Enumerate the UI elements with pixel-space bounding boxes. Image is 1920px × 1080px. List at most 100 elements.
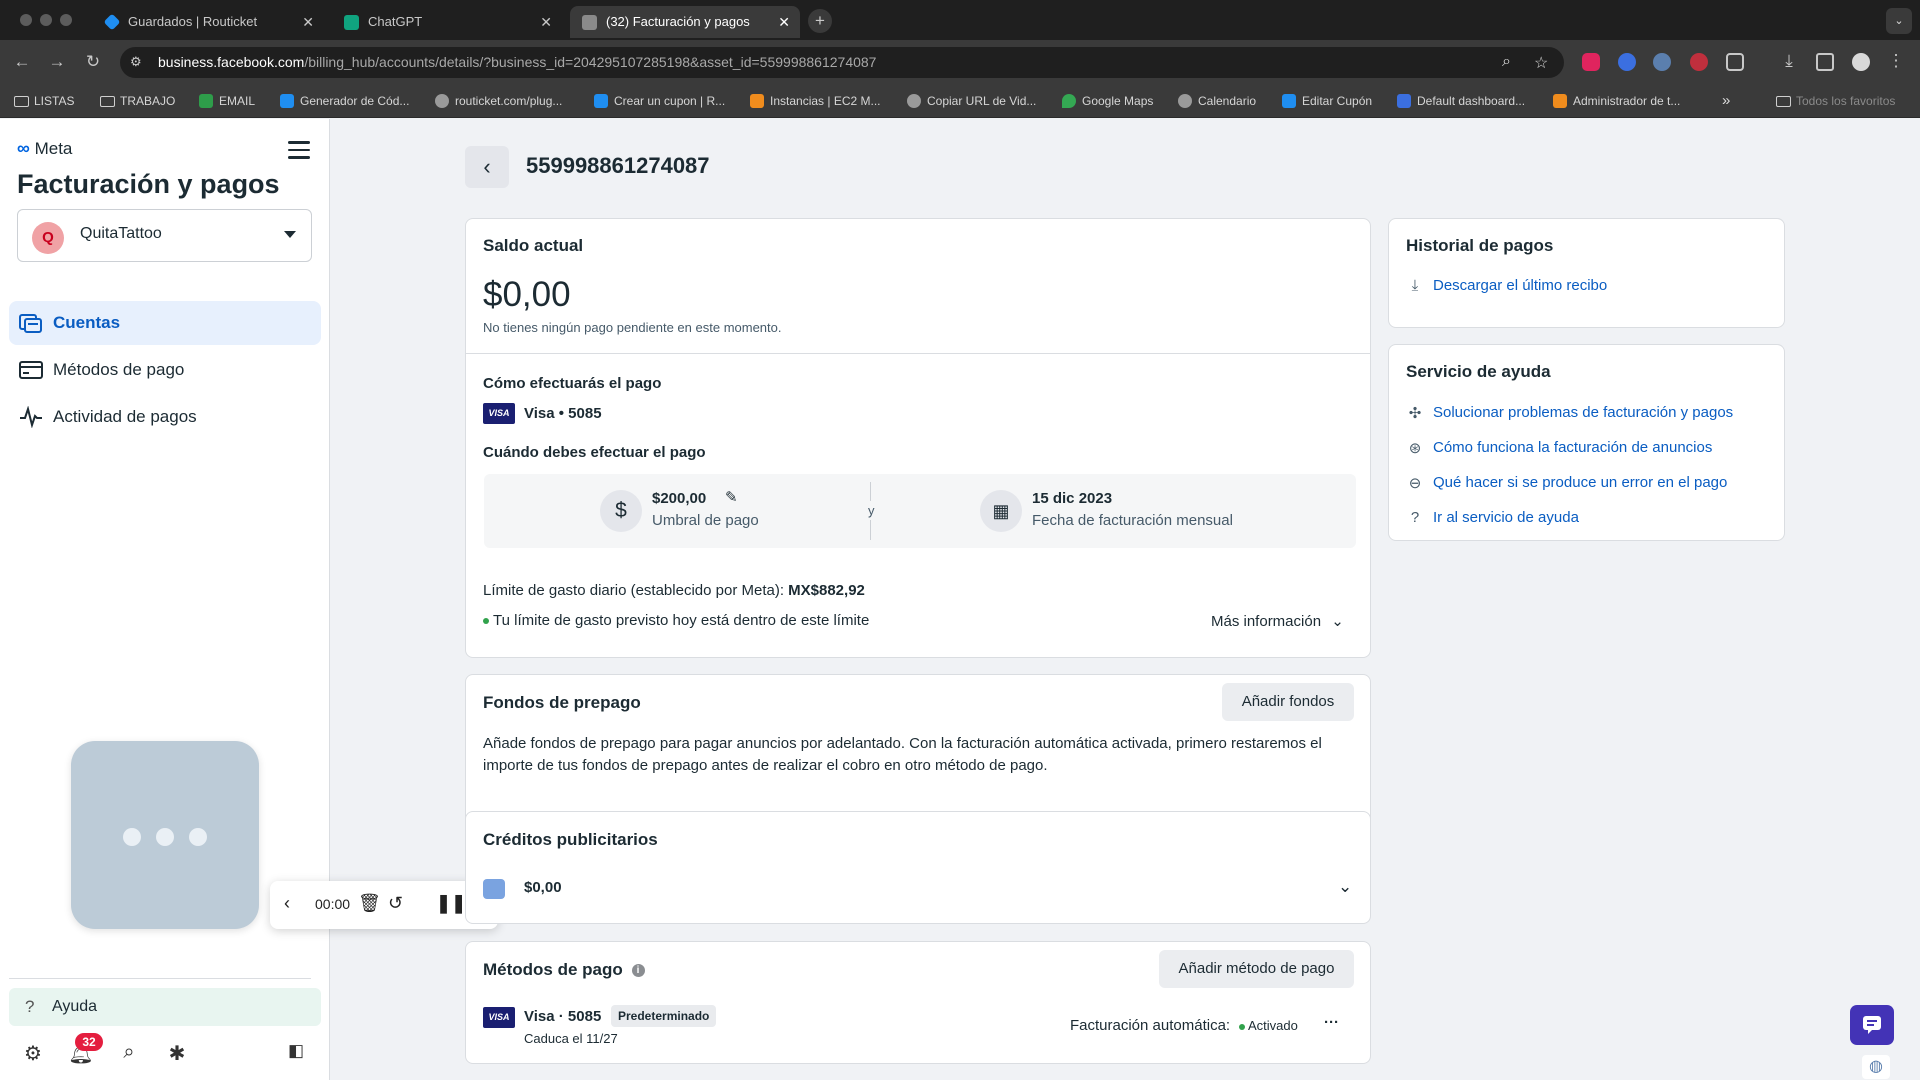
close-tab-icon[interactable]: ✕ [302,6,314,38]
extensions-puzzle-icon[interactable] [1726,53,1744,71]
visa-logo-icon: VISA [483,403,515,424]
download-receipt-link[interactable]: ⤓ Descargar el último recibo [1406,277,1608,294]
ad-credits-card: Créditos publicitarios $0,00 ⌄ [465,811,1371,924]
window-close-dot[interactable] [20,14,32,26]
url-text[interactable]: business.facebook.com/billing_hub/accoun… [158,47,876,78]
support-link-how-billing-works[interactable]: ⊛ Cómo funciona la facturación de anuncio… [1406,439,1713,457]
close-tab-icon[interactable]: ✕ [778,6,790,38]
status-green-dot [1239,1023,1245,1030]
pause-icon[interactable]: ❚❚ [436,893,466,914]
tab-routicket[interactable]: Guardados | Routicket ✕ [92,6,324,38]
recorder-camera-bubble[interactable] [71,741,259,929]
new-tab-button[interactable]: + [808,9,832,33]
bookmark-folder-trabajo[interactable]: TRABAJO [100,86,175,116]
extension-blue-icon[interactable] [1618,53,1636,71]
bookmark-google-maps[interactable]: Google Maps [1062,86,1153,116]
bubble-dot [189,828,207,846]
support-link-troubleshoot[interactable]: ✣ Solucionar problemas de facturación y p… [1406,404,1733,422]
threshold-value: $200,00 [652,490,707,507]
rss-extension-icon[interactable] [1653,53,1671,71]
all-bookmarks-folder[interactable]: Todos los favoritos [1776,86,1895,116]
close-tab-icon[interactable]: ✕ [540,6,552,38]
billing-date: 15 dic 2023 [1032,490,1113,507]
downloads-icon[interactable]: ⤓ [1778,51,1800,71]
autopay-status: Activado [1239,1018,1298,1033]
collapse-sidebar-icon[interactable]: ◧ [283,1041,309,1067]
support-link-payment-error[interactable]: ⊖ Qué hacer si se produce un error en el … [1406,474,1728,492]
zoom-icon[interactable]: ⌕ [1502,53,1511,71]
bookmark-label: Generador de Cód... [300,94,410,108]
tab-search-chevron-icon[interactable]: ⌄ [1886,8,1912,34]
back-button[interactable]: ‹ [465,146,509,188]
chevron-down-icon[interactable]: ⌄ [1338,877,1352,897]
info-icon[interactable]: i [631,964,645,978]
meta-favicon-icon [582,15,597,30]
tab-title: (32) Facturación y pagos [606,14,750,29]
bookmark-editar-cupon[interactable]: Editar Cupón [1282,86,1372,116]
side-panel-icon[interactable] [1816,53,1834,71]
sidebar-title: Facturación y pagos [17,169,280,199]
bookmark-generador[interactable]: Generador de Cód... [280,86,409,116]
browser-menu-icon[interactable]: ⋮ [1885,51,1907,71]
bookmark-routicket-plugin[interactable]: routicket.com/plug... [435,86,562,116]
pocket-extension-icon[interactable] [1582,53,1600,71]
bookmark-copiar-url[interactable]: Copiar URL de Vid... [907,86,1036,116]
sidebar-item-cuentas[interactable]: Cuentas [9,301,321,345]
meta-logo[interactable]: ∞ Meta [17,138,72,159]
more-info-toggle[interactable]: Más información ⌄ [1211,612,1344,630]
tools-icon: ✣ [1408,405,1422,422]
bookmark-email[interactable]: EMAIL [199,86,255,116]
bookmark-star-icon[interactable]: ☆ [1534,53,1548,73]
notification-count-badge: 32 [75,1033,103,1051]
support-link-help-center[interactable]: ? Ir al servicio de ayuda [1406,509,1579,526]
restart-icon[interactable]: ↺ [388,893,403,914]
meta-infinity-icon: ∞ [17,138,30,158]
help-button[interactable]: ? Ayuda [9,988,321,1026]
ad-credits-heading: Créditos publicitarios [483,830,658,849]
browser-tab-bar: Guardados | Routicket ✕ ChatGPT ✕ (32) F… [0,0,1920,40]
status-green-dot [483,618,489,625]
more-bookmarks-chevron-icon[interactable]: » [1722,86,1730,116]
window-zoom-dot[interactable] [60,14,72,26]
forward-arrow-icon[interactable]: → [46,52,68,72]
bookmark-default-dashboard[interactable]: Default dashboard... [1397,86,1525,116]
hamburger-menu-icon[interactable] [288,141,310,159]
edit-pencil-icon[interactable]: ✎ [725,488,738,506]
language-globe-icon[interactable]: ◍ [1862,1055,1890,1079]
settings-gear-icon[interactable]: ⚙ [20,1041,46,1067]
bookmark-folder-listas[interactable]: LISTAS [14,86,74,116]
profile-avatar[interactable] [1852,53,1870,71]
help-question-icon: ? [25,997,35,1016]
account-selector[interactable]: Q QuitaTattoo [17,209,312,262]
tab-facturacion[interactable]: (32) Facturación y pagos ✕ [570,6,800,38]
chat-support-button[interactable] [1850,1005,1894,1045]
account-avatar: Q [32,222,64,254]
bug-report-icon[interactable]: ✱ [164,1041,190,1067]
bookmark-label: routicket.com/plug... [455,94,563,108]
bookmark-label: Instancias | EC2 M... [770,94,881,108]
tab-chatgpt[interactable]: ChatGPT ✕ [332,6,562,38]
site-info-icon[interactable]: ⚙ [130,54,146,70]
search-icon[interactable]: ⌕ [116,1041,142,1067]
bookmarks-bar: LISTAS TRABAJO EMAIL Generador de Cód...… [0,86,1920,118]
back-arrow-icon[interactable]: ← [11,52,33,72]
reload-icon[interactable]: ↻ [82,52,104,72]
collapse-chevron-icon[interactable]: ‹ [284,893,290,914]
help-icon: ? [1410,509,1420,526]
address-bar[interactable]: ⚙ business.facebook.com/billing_hub/acco… [120,47,1564,78]
schedule-connector: y [868,501,875,520]
bookmark-administrador[interactable]: Administrador de t... [1553,86,1680,116]
window-minimize-dot[interactable] [40,14,52,26]
download-receipt-label: Descargar el último recibo [1433,277,1608,294]
bookmark-calendario[interactable]: Calendario [1178,86,1256,116]
add-funds-button[interactable]: Añadir fondos [1222,683,1354,721]
sidebar-item-metodos-de-pago[interactable]: Métodos de pago [9,348,321,392]
bookmark-crear-cupon[interactable]: Crear un cupon | R... [594,86,725,116]
trash-icon[interactable]: 🗑︎ [358,893,381,914]
add-payment-method-button[interactable]: Añadir método de pago [1159,950,1354,988]
meta-brand-text: Meta [34,139,73,158]
sidebar-item-actividad-de-pagos[interactable]: Actividad de pagos [9,395,321,439]
more-options-button[interactable]: ··· [1324,1014,1339,1031]
record-extension-icon[interactable] [1690,53,1708,71]
bookmark-ec2[interactable]: Instancias | EC2 M... [750,86,881,116]
